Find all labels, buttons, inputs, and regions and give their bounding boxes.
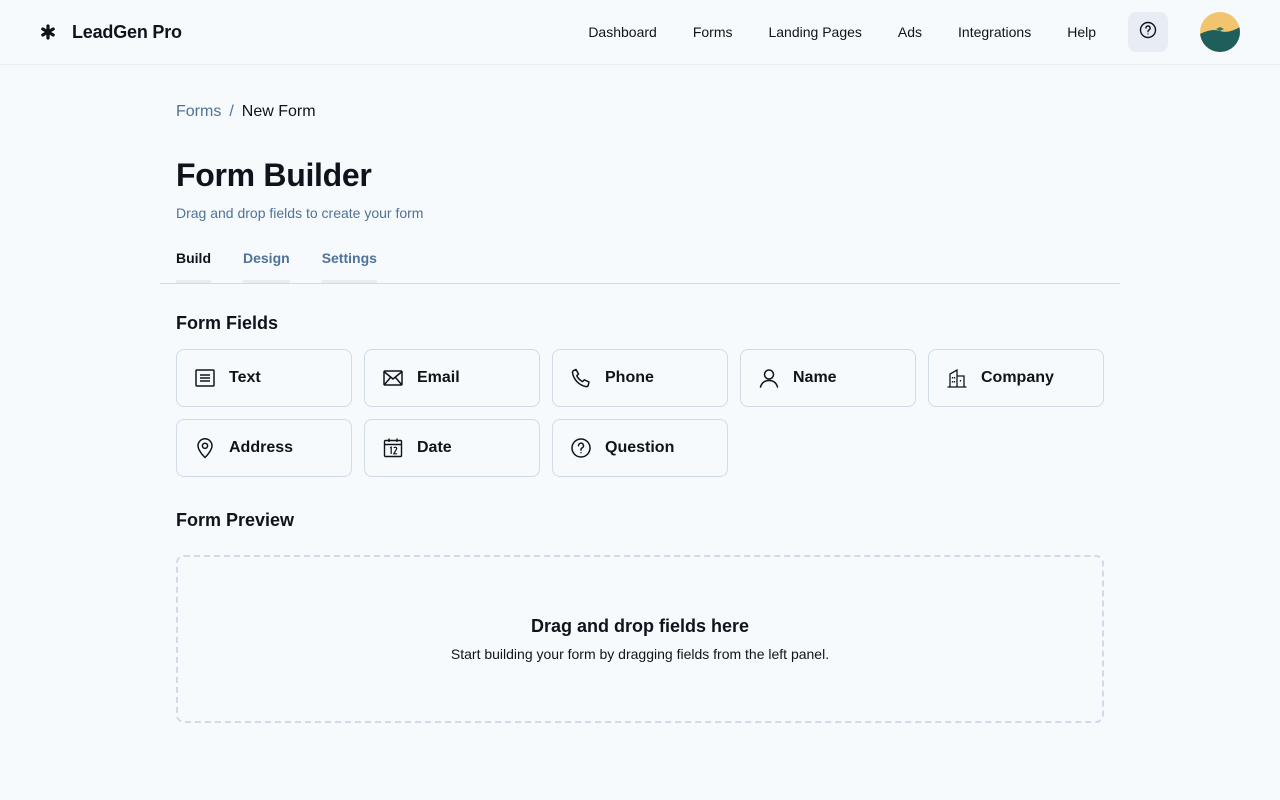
brand-name: LeadGen Pro	[72, 21, 182, 42]
nav-link-ads[interactable]: Ads	[898, 24, 922, 40]
field-name[interactable]: Name	[740, 349, 916, 407]
map-pin-icon	[193, 436, 217, 460]
field-date[interactable]: Date	[364, 419, 540, 477]
user-icon	[757, 366, 781, 390]
envelope-icon	[381, 366, 405, 390]
field-phone[interactable]: Phone	[552, 349, 728, 407]
field-label: Date	[417, 439, 452, 456]
tab-build[interactable]: Build	[176, 249, 211, 283]
nav-link-help[interactable]: Help	[1067, 24, 1096, 40]
field-label: Text	[229, 369, 261, 386]
nav-link-integrations[interactable]: Integrations	[958, 24, 1031, 40]
top-navigation-bar: LeadGen Pro Dashboard Forms Landing Page…	[0, 0, 1280, 65]
form-preview-dropzone[interactable]: Drag and drop fields here Start building…	[176, 555, 1104, 723]
field-label: Address	[229, 439, 294, 456]
field-label: Company	[981, 369, 1054, 386]
nav-links: Dashboard Forms Landing Pages Ads Integr…	[588, 24, 1096, 40]
brand[interactable]: LeadGen Pro	[40, 22, 182, 43]
field-question[interactable]: Question	[552, 419, 728, 477]
field-text[interactable]: Text	[176, 349, 352, 407]
breadcrumb-separator: /	[229, 103, 234, 120]
phone-icon	[569, 366, 593, 390]
dropzone-title: Drag and drop fields here	[530, 616, 750, 636]
main-nav: Dashboard Forms Landing Pages Ads Integr…	[588, 12, 1240, 52]
question-circle-icon	[1138, 20, 1158, 45]
page-title: Form Builder	[176, 157, 372, 193]
page-subtitle: Drag and drop fields to create your form	[176, 205, 424, 221]
tab-design[interactable]: Design	[243, 249, 290, 283]
calendar-icon	[381, 436, 405, 460]
question-circle-icon	[569, 436, 593, 460]
dropzone-subtitle: Start building your form by dragging fie…	[450, 646, 830, 662]
asterisk-logo-icon	[40, 24, 56, 40]
nav-link-landing-pages[interactable]: Landing Pages	[768, 24, 861, 40]
building-icon	[945, 366, 969, 390]
form-preview-title: Form Preview	[176, 510, 295, 530]
main-content: Forms / New Form Form Builder Drag and d…	[160, 65, 1120, 723]
form-fields-title: Form Fields	[176, 313, 279, 333]
field-label: Phone	[605, 369, 654, 386]
form-fields-palette: Text Email Phone Name Company Address Da…	[160, 349, 1120, 477]
nav-link-forms[interactable]: Forms	[693, 24, 733, 40]
field-company[interactable]: Company	[928, 349, 1104, 407]
field-label: Name	[793, 369, 837, 386]
breadcrumb-current: New Form	[241, 103, 316, 120]
field-address[interactable]: Address	[176, 419, 352, 477]
tab-settings[interactable]: Settings	[321, 249, 377, 283]
nav-link-dashboard[interactable]: Dashboard	[588, 24, 657, 40]
help-button[interactable]	[1128, 12, 1168, 52]
text-lines-icon	[193, 366, 217, 390]
user-avatar[interactable]	[1200, 12, 1240, 52]
breadcrumb: Forms / New Form	[160, 103, 1120, 121]
builder-tabs: Build Design Settings	[160, 249, 1120, 284]
field-email[interactable]: Email	[364, 349, 540, 407]
field-label: Email	[417, 369, 460, 386]
field-label: Question	[605, 439, 675, 456]
breadcrumb-forms-link[interactable]: Forms	[176, 103, 221, 121]
